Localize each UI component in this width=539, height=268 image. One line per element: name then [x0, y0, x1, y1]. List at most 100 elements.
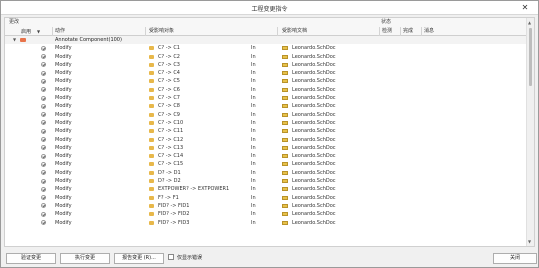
component-icon [149, 203, 154, 208]
check-circle-icon[interactable] [41, 186, 46, 192]
check-circle-icon[interactable] [41, 203, 46, 209]
column-divider[interactable] [400, 27, 401, 36]
schematic-doc-icon [282, 79, 288, 84]
vertical-scrollbar[interactable]: ▲ ▼ [526, 18, 534, 246]
scroll-up-icon[interactable]: ▲ [528, 20, 531, 25]
column-divider[interactable] [421, 27, 422, 36]
close-icon[interactable]: ✕ [520, 3, 530, 13]
row-document: Leonardo.SchDoc [292, 178, 336, 185]
scroll-down-icon[interactable]: ▼ [528, 239, 531, 244]
table-row[interactable]: Modify C? -> C4 In Leonardo.SchDoc [5, 69, 527, 77]
column-header-action[interactable]: 动作 [55, 27, 66, 36]
check-circle-icon[interactable] [41, 45, 46, 51]
column-header-affected-document[interactable]: 受影响文档 [282, 27, 308, 36]
table-row[interactable]: Modify C? -> C15 In Leonardo.SchDoc [5, 160, 527, 168]
validate-changes-button[interactable]: 验证变更 [6, 253, 56, 264]
row-document: Leonardo.SchDoc [292, 53, 336, 60]
component-icon [149, 170, 154, 175]
close-button[interactable]: 关闭 [493, 253, 537, 264]
column-divider[interactable] [379, 27, 380, 36]
row-action: Modify [55, 53, 72, 60]
check-circle-icon[interactable] [41, 145, 46, 151]
table-row[interactable]: Modify C? -> C3 In Leonardo.SchDoc [5, 61, 527, 69]
table-row[interactable]: Modify EXTPOWER? -> EXTPOWER1 In Leonard… [5, 185, 527, 193]
schematic-doc-icon [282, 62, 288, 67]
table-row[interactable]: Modify C? -> C13 In Leonardo.SchDoc [5, 144, 527, 152]
row-in: In [251, 95, 256, 102]
check-circle-icon[interactable] [41, 211, 46, 217]
table-row[interactable]: Modify C? -> C9 In Leonardo.SchDoc [5, 111, 527, 119]
table-row[interactable]: Modify C? -> C6 In Leonardo.SchDoc [5, 86, 527, 94]
table-row[interactable]: Modify C? -> C2 In Leonardo.SchDoc [5, 53, 527, 61]
table-row[interactable]: Modify FID? -> FID3 In Leonardo.SchDoc [5, 219, 527, 227]
component-icon [149, 137, 154, 142]
row-document: Leonardo.SchDoc [292, 128, 336, 135]
table-row[interactable]: Modify C? -> C14 In Leonardo.SchDoc [5, 152, 527, 160]
column-header-enable[interactable]: 启用 ▼ [21, 27, 41, 36]
table-row[interactable]: Modify C? -> C12 In Leonardo.SchDoc [5, 136, 527, 144]
row-action: Modify [55, 70, 72, 77]
row-in: In [251, 128, 256, 135]
check-circle-icon[interactable] [41, 95, 46, 101]
check-circle-icon[interactable] [41, 128, 46, 134]
check-circle-icon[interactable] [41, 70, 46, 76]
column-divider[interactable] [277, 27, 278, 36]
component-icon [149, 195, 154, 200]
ecn-dialog: 工程变更指令 ✕ 更改 状态 启用 ▼ 动作 受影响对象 受影响文档 检测 完成 … [0, 0, 539, 268]
table-row[interactable]: Modify FID? -> FID2 In Leonardo.SchDoc [5, 210, 527, 218]
only-show-errors-checkbox[interactable] [168, 254, 174, 260]
scrollbar-thumb[interactable] [529, 28, 532, 86]
table-row[interactable]: Modify F? -> F1 In Leonardo.SchDoc [5, 194, 527, 202]
row-document: Leonardo.SchDoc [292, 70, 336, 77]
row-document: Leonardo.SchDoc [292, 45, 336, 52]
row-object: C? -> C12 [158, 136, 184, 143]
row-action: Modify [55, 103, 72, 110]
table-row[interactable]: Modify C? -> C11 In Leonardo.SchDoc [5, 127, 527, 135]
check-circle-icon[interactable] [41, 170, 46, 176]
row-object: C? -> C6 [158, 86, 180, 93]
chevron-down-icon[interactable]: ▼ [13, 36, 16, 44]
execute-changes-button[interactable]: 执行变更 [60, 253, 110, 264]
column-divider[interactable] [52, 27, 53, 36]
report-changes-button[interactable]: 报告变更 (R)... [114, 253, 164, 264]
group-row-annotate[interactable]: ▼ Annotate Component(100) [5, 36, 527, 45]
row-action: Modify [55, 95, 72, 102]
check-circle-icon[interactable] [41, 120, 46, 126]
schematic-doc-icon [282, 154, 288, 159]
check-circle-icon[interactable] [41, 62, 46, 68]
check-circle-icon[interactable] [41, 195, 46, 201]
check-circle-icon[interactable] [41, 78, 46, 84]
column-header-message[interactable]: 消息 [424, 27, 435, 36]
table-row[interactable]: Modify D? -> D1 In Leonardo.SchDoc [5, 169, 527, 177]
component-icon [149, 79, 154, 84]
check-circle-icon[interactable] [41, 87, 46, 93]
column-header-done[interactable]: 完成 [403, 27, 414, 36]
row-in: In [251, 103, 256, 110]
table-row[interactable]: Modify C? -> C8 In Leonardo.SchDoc [5, 102, 527, 110]
row-in: In [251, 119, 256, 126]
check-circle-icon[interactable] [41, 54, 46, 60]
column-divider[interactable] [145, 27, 146, 36]
table-row[interactable]: Modify C? -> C1 In Leonardo.SchDoc [5, 44, 527, 52]
check-circle-icon[interactable] [41, 161, 46, 167]
table-row[interactable]: Modify D? -> D2 In Leonardo.SchDoc [5, 177, 527, 185]
table-row[interactable]: Modify C? -> C5 In Leonardo.SchDoc [5, 77, 527, 85]
component-icon [149, 162, 154, 167]
table-body: ▼ Annotate Component(100) Modify C? -> C… [5, 36, 527, 227]
component-icon [149, 96, 154, 101]
row-in: In [251, 186, 256, 193]
table-row[interactable]: Modify C? -> C10 In Leonardo.SchDoc [5, 119, 527, 127]
check-circle-icon[interactable] [41, 112, 46, 118]
row-action: Modify [55, 86, 72, 93]
column-header-affected-object[interactable]: 受影响对象 [149, 27, 175, 36]
check-circle-icon[interactable] [41, 220, 46, 226]
row-action: Modify [55, 169, 72, 176]
table-row[interactable]: Modify C? -> C7 In Leonardo.SchDoc [5, 94, 527, 102]
check-circle-icon[interactable] [41, 153, 46, 159]
check-circle-icon[interactable] [41, 178, 46, 184]
check-circle-icon[interactable] [41, 103, 46, 109]
row-document: Leonardo.SchDoc [292, 161, 336, 168]
table-row[interactable]: Modify FID? -> FID1 In Leonardo.SchDoc [5, 202, 527, 210]
check-circle-icon[interactable] [41, 137, 46, 143]
column-header-check[interactable]: 检测 [382, 27, 393, 36]
